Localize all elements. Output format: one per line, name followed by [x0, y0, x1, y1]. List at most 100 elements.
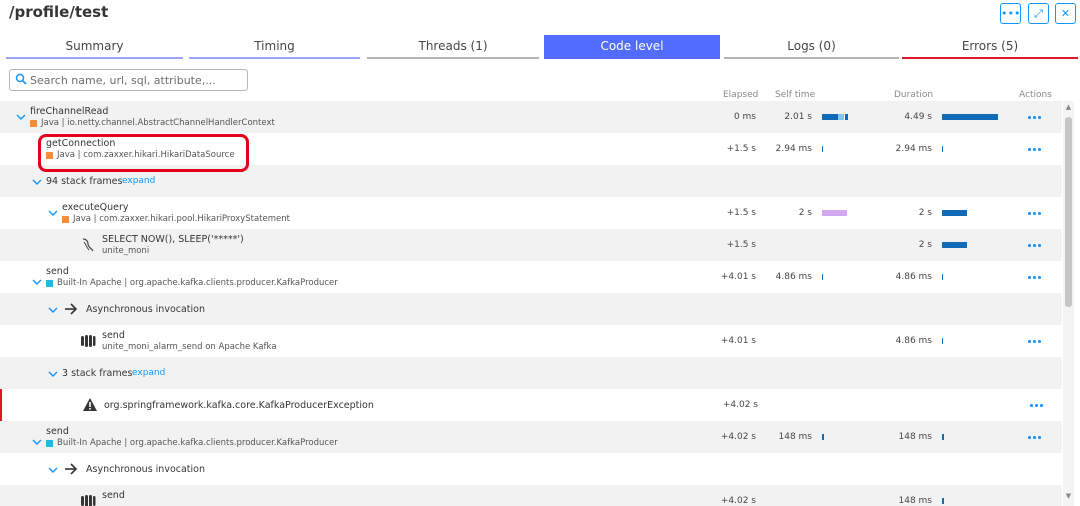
tab-timing[interactable]: Timing: [189, 35, 360, 59]
tree-row-execute-query[interactable]: executeQuery Java | com.zaxxer.hikari.po…: [0, 197, 1062, 229]
duration-value: 148 ms: [898, 496, 933, 506]
duration-bar: [942, 242, 967, 248]
maximize-button[interactable]: ⤢: [1028, 3, 1049, 24]
chevron-down-icon[interactable]: [48, 305, 58, 315]
duration-value: 4.86 ms: [895, 272, 932, 282]
self-time-bar: [822, 434, 824, 440]
expand-link[interactable]: expand: [132, 368, 165, 378]
tab-summary[interactable]: Summary: [6, 35, 183, 59]
self-time-bar-segment: [845, 114, 848, 120]
self-time-bar: [822, 146, 823, 152]
kafka-messaging-icon: [81, 335, 96, 347]
java-technology-icon: [30, 120, 37, 127]
duration-value: 148 ms: [898, 432, 933, 442]
database-query-icon: [82, 238, 94, 252]
tree-row-stack-frames[interactable]: 3 stack frames expand: [0, 357, 1062, 389]
method-name: send: [102, 330, 125, 341]
tab-logs[interactable]: Logs (0): [724, 35, 899, 59]
self-time-bar: [822, 210, 847, 216]
tree-row-fire-channel-read[interactable]: fireChannelRead Java | io.netty.channel.…: [0, 101, 1062, 133]
chevron-down-icon[interactable]: [32, 277, 42, 287]
apache-technology-icon: [46, 280, 53, 287]
exception-name: org.springframework.kafka.core.KafkaProd…: [104, 400, 374, 411]
chevron-down-icon[interactable]: [48, 369, 58, 379]
self-time-value: 148 ms: [778, 432, 813, 442]
chevron-down-icon[interactable]: [48, 465, 58, 475]
code-level-tree: fireChannelRead Java | io.netty.channel.…: [0, 101, 1062, 506]
method-class: Java | com.zaxxer.hikari.pool.HikariProx…: [73, 214, 290, 224]
actions-menu-button[interactable]: [1028, 112, 1042, 122]
topic-description: unite_moni_alarm_send on Apache Kafka: [102, 342, 277, 352]
search-input[interactable]: [30, 71, 242, 89]
expand-link[interactable]: expand: [122, 176, 155, 186]
tab-threads[interactable]: Threads (1): [367, 35, 539, 59]
tree-row-sql-statement[interactable]: SELECT NOW(), SLEEP('*****') unite_moni …: [0, 229, 1062, 261]
sql-statement: SELECT NOW(), SLEEP('*****'): [102, 234, 244, 245]
tab-code-level[interactable]: Code level: [544, 35, 720, 59]
async-invocation-label: Asynchronous invocation: [86, 464, 206, 475]
duration-bar: [942, 146, 943, 152]
tree-row-kafka-send[interactable]: send Built-In Apache | org.apache.kafka.…: [0, 261, 1062, 293]
vertical-scrollbar[interactable]: ▲ ▼: [1063, 101, 1074, 506]
duration-bar: [942, 274, 943, 280]
tree-row-exception[interactable]: org.springframework.kafka.core.KafkaProd…: [0, 389, 1062, 421]
self-time-value: 2.94 ms: [775, 144, 812, 154]
actions-menu-button[interactable]: [1030, 400, 1044, 410]
scrollbar-thumb[interactable]: [1065, 117, 1072, 307]
stack-frames-label: 94 stack frames: [46, 176, 123, 187]
actions-menu-button[interactable]: [1028, 144, 1042, 154]
actions-menu-button[interactable]: [1028, 208, 1042, 218]
method-name: send: [46, 426, 69, 437]
duration-bar: [942, 210, 967, 216]
method-name: send: [46, 266, 69, 277]
elapsed-value: +4.02 s: [722, 400, 758, 410]
tab-bar: Summary Timing Threads (1) Code level Lo…: [6, 35, 1078, 59]
tree-row-kafka-send[interactable]: send Built-In Apache | org.apache.kafka.…: [0, 421, 1062, 453]
tree-row-kafka-topic-send[interactable]: send unite_moni_alarm_send on Apache Kaf…: [0, 325, 1062, 357]
elapsed-value: +4.01 s: [720, 336, 756, 346]
more-options-button[interactable]: •••: [1000, 3, 1021, 24]
warning-icon: [83, 398, 97, 411]
database-name: unite_moni: [102, 246, 150, 256]
self-time-bar-segment: [838, 114, 844, 120]
actions-menu-button[interactable]: [1028, 432, 1042, 442]
search-box: [9, 69, 248, 91]
duration-value: 2 s: [918, 240, 932, 250]
chevron-down-icon[interactable]: [32, 437, 42, 447]
actions-menu-button[interactable]: [1028, 272, 1042, 282]
method-class: Built-In Apache | org.apache.kafka.clien…: [57, 278, 338, 288]
self-time-value: 2.01 s: [784, 112, 812, 122]
scroll-down-arrow-icon[interactable]: ▼: [1065, 493, 1072, 500]
elapsed-value: +1.5 s: [726, 240, 756, 250]
tree-row-get-connection[interactable]: getConnection Java | com.zaxxer.hikari.H…: [0, 133, 1062, 165]
elapsed-value: 0 ms: [733, 112, 756, 122]
actions-menu-button[interactable]: [1028, 336, 1042, 346]
tree-row-kafka-topic-send[interactable]: send +4.02 s 148 ms: [0, 485, 1062, 506]
apache-technology-icon: [46, 440, 53, 447]
tab-errors[interactable]: Errors (5): [902, 35, 1078, 59]
title-bar: /profile/test ••• ⤢ ✕: [0, 0, 1080, 30]
elapsed-value: +1.5 s: [726, 208, 756, 218]
chevron-down-icon[interactable]: [32, 177, 42, 187]
actions-menu-button[interactable]: [1028, 240, 1042, 250]
duration-bar: [942, 338, 943, 344]
chevron-down-icon[interactable]: [48, 208, 58, 218]
close-button[interactable]: ✕: [1055, 3, 1076, 24]
async-invocation-label: Asynchronous invocation: [86, 304, 206, 315]
self-time-value: 2 s: [798, 208, 812, 218]
search-icon: [15, 73, 27, 85]
tree-row-async-invocation[interactable]: Asynchronous invocation: [0, 453, 1062, 485]
tree-row-stack-frames[interactable]: 94 stack frames expand: [0, 165, 1062, 197]
kafka-messaging-icon: [81, 495, 96, 506]
chevron-down-icon[interactable]: [16, 112, 26, 122]
elapsed-value: +4.02 s: [720, 496, 756, 506]
scroll-up-arrow-icon[interactable]: ▲: [1065, 104, 1072, 111]
duration-value: 2 s: [918, 208, 932, 218]
self-time-bar: [822, 114, 838, 120]
column-header-actions: Actions: [1019, 90, 1052, 100]
self-time-bar: [822, 274, 823, 280]
method-class: Java | io.netty.channel.AbstractChannelH…: [41, 118, 275, 128]
tree-row-async-invocation[interactable]: Asynchronous invocation: [0, 293, 1062, 325]
duration-bar: [942, 498, 944, 504]
column-header-duration: Duration: [894, 90, 934, 100]
